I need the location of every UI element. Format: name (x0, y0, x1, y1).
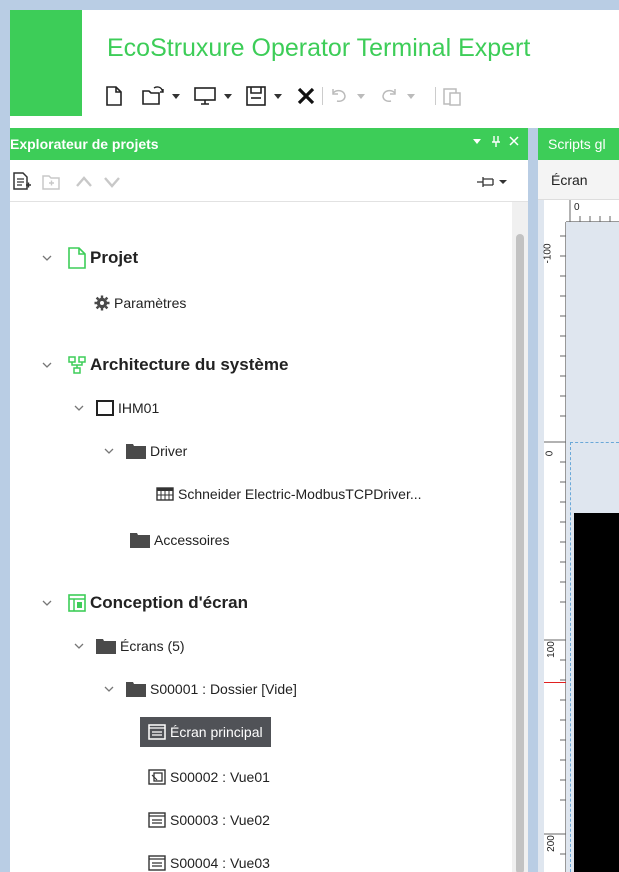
chevron-down-icon[interactable] (74, 642, 84, 650)
folder-icon (96, 638, 116, 654)
app-window: EcoStruxure Operator Terminal Expert Exp… (10, 10, 619, 872)
tree-label: S00004 : Vue03 (170, 855, 270, 871)
tree-label: Écrans (5) (120, 638, 185, 654)
add-folder-icon[interactable] (42, 172, 62, 197)
tree-label: S00003 : Vue02 (170, 812, 270, 828)
network-icon (68, 356, 86, 374)
screen-page-icon (148, 812, 166, 828)
screen-page-icon (148, 724, 166, 740)
move-up-icon[interactable] (74, 172, 94, 197)
hmi-device-icon (96, 400, 114, 416)
tree-node-vue01[interactable]: S00002 : Vue01 (148, 762, 270, 792)
ruler-tick-label: 100 (545, 641, 557, 658)
delete-icon[interactable] (296, 82, 316, 110)
save-dropdown-caret[interactable] (274, 93, 282, 99)
main-toolbar (106, 82, 462, 110)
tree-node-ecran-principal[interactable]: Écran principal (140, 717, 271, 747)
tree-label: Projet (90, 248, 139, 267)
screen-preview[interactable] (574, 513, 619, 872)
tree-node-parametres[interactable]: Paramètres (94, 288, 186, 318)
ruler-tick-label: 0 (574, 202, 580, 213)
monitor-icon[interactable] (194, 82, 216, 110)
screen-design-icon (68, 594, 86, 612)
project-file-icon (68, 247, 86, 269)
redo-icon[interactable] (379, 82, 399, 110)
folder-icon (126, 443, 146, 459)
tree-node-accessoires[interactable]: Accessoires (130, 525, 229, 555)
open-folder-icon[interactable] (142, 82, 164, 110)
chevron-down-icon[interactable] (42, 254, 52, 262)
folder-icon (126, 681, 146, 697)
tree-node-vue03[interactable]: S00004 : Vue03 (148, 848, 270, 872)
chevron-down-icon[interactable] (104, 685, 114, 693)
toolbar-separator (322, 87, 323, 105)
tree-label: S00002 : Vue01 (170, 769, 270, 785)
title-bar: EcoStruxure Operator Terminal Expert (10, 10, 619, 116)
tree-node-vue02[interactable]: S00003 : Vue02 (148, 805, 270, 835)
tree-node-ihm01[interactable]: IHM01 (74, 393, 159, 423)
tree-label: Écran principal (170, 724, 263, 740)
tree-node-projet[interactable]: Projet (42, 243, 138, 273)
tree-label: Architecture du système (90, 355, 289, 374)
chevron-down-icon[interactable] (74, 404, 84, 412)
save-icon[interactable] (246, 82, 266, 110)
close-panel-icon[interactable] (508, 134, 520, 151)
project-explorer-toolbar (10, 160, 528, 202)
ruler-corner (544, 200, 566, 222)
undo-icon[interactable] (329, 82, 349, 110)
tab-label: Scripts gl (548, 136, 606, 152)
app-title: EcoStruxure Operator Terminal Expert (107, 34, 531, 62)
scrollbar-thumb[interactable] (516, 234, 524, 872)
popup-screen-icon (148, 769, 166, 785)
editor-toolbar: Écran (538, 160, 619, 200)
tab-scripts[interactable]: Scripts gl (538, 128, 619, 160)
horizontal-ruler: 0 (566, 200, 619, 222)
brand-block (10, 10, 82, 116)
tree-label: Conception d'écran (90, 593, 249, 612)
project-explorer-title: Explorateur de projets (10, 136, 159, 152)
tree-node-driver[interactable]: Driver (104, 436, 187, 466)
tree-label: S00001 : Dossier [Vide] (150, 681, 297, 697)
folder-icon (130, 532, 150, 548)
screen-canvas-area[interactable]: 0 -100 0 100 200 (538, 200, 619, 872)
new-file-icon[interactable] (106, 82, 122, 110)
tree-node-dossier[interactable]: S00001 : Dossier [Vide] (104, 674, 297, 704)
ruler-cursor-marker (544, 682, 566, 683)
add-item-icon[interactable] (12, 172, 32, 197)
ruler-tick-label: 200 (545, 835, 557, 852)
pin-icon[interactable] (475, 172, 509, 197)
ruler-tick-label: -100 (542, 243, 554, 264)
tree-node-conception[interactable]: Conception d'écran (42, 588, 248, 618)
undo-dropdown-caret[interactable] (357, 93, 365, 99)
gear-icon (94, 295, 110, 311)
redo-dropdown-caret[interactable] (407, 93, 415, 99)
tree-label: IHM01 (118, 400, 160, 416)
pin-panel-icon[interactable] (491, 134, 501, 151)
driver-grid-icon (156, 486, 174, 502)
panel-menu-icon[interactable] (472, 134, 482, 151)
tree-label: Driver (150, 443, 188, 459)
tree-scrollbar[interactable] (512, 202, 528, 872)
screen-page-icon (148, 855, 166, 871)
open-dropdown-caret[interactable] (172, 93, 180, 99)
paste-icon[interactable] (442, 82, 462, 110)
tree-label: Paramètres (114, 295, 187, 311)
chevron-down-icon[interactable] (42, 361, 52, 369)
tree-label: Accessoires (154, 532, 230, 548)
tree-node-ecrans[interactable]: Écrans (5) (74, 631, 185, 661)
vertical-ruler: -100 0 100 200 (542, 222, 566, 872)
panel-splitter[interactable] (528, 128, 538, 872)
tree-node-architecture[interactable]: Architecture du système (42, 350, 288, 380)
project-explorer-header: Explorateur de projets (10, 128, 528, 160)
ruler-tick-label: 0 (544, 450, 556, 457)
tree-node-driver-item[interactable]: Schneider Electric-ModbusTCPDriver... (156, 479, 422, 509)
chevron-down-icon[interactable] (42, 599, 52, 607)
move-down-icon[interactable] (102, 172, 122, 197)
project-tree: Projet Paramètres Architecture du systèm… (10, 202, 512, 872)
chevron-down-icon[interactable] (104, 447, 114, 455)
editor-screen-label: Écran (551, 172, 588, 188)
tree-label: Schneider Electric-ModbusTCPDriver... (178, 486, 422, 502)
monitor-dropdown-caret[interactable] (224, 93, 232, 99)
toolbar-separator (435, 87, 436, 105)
